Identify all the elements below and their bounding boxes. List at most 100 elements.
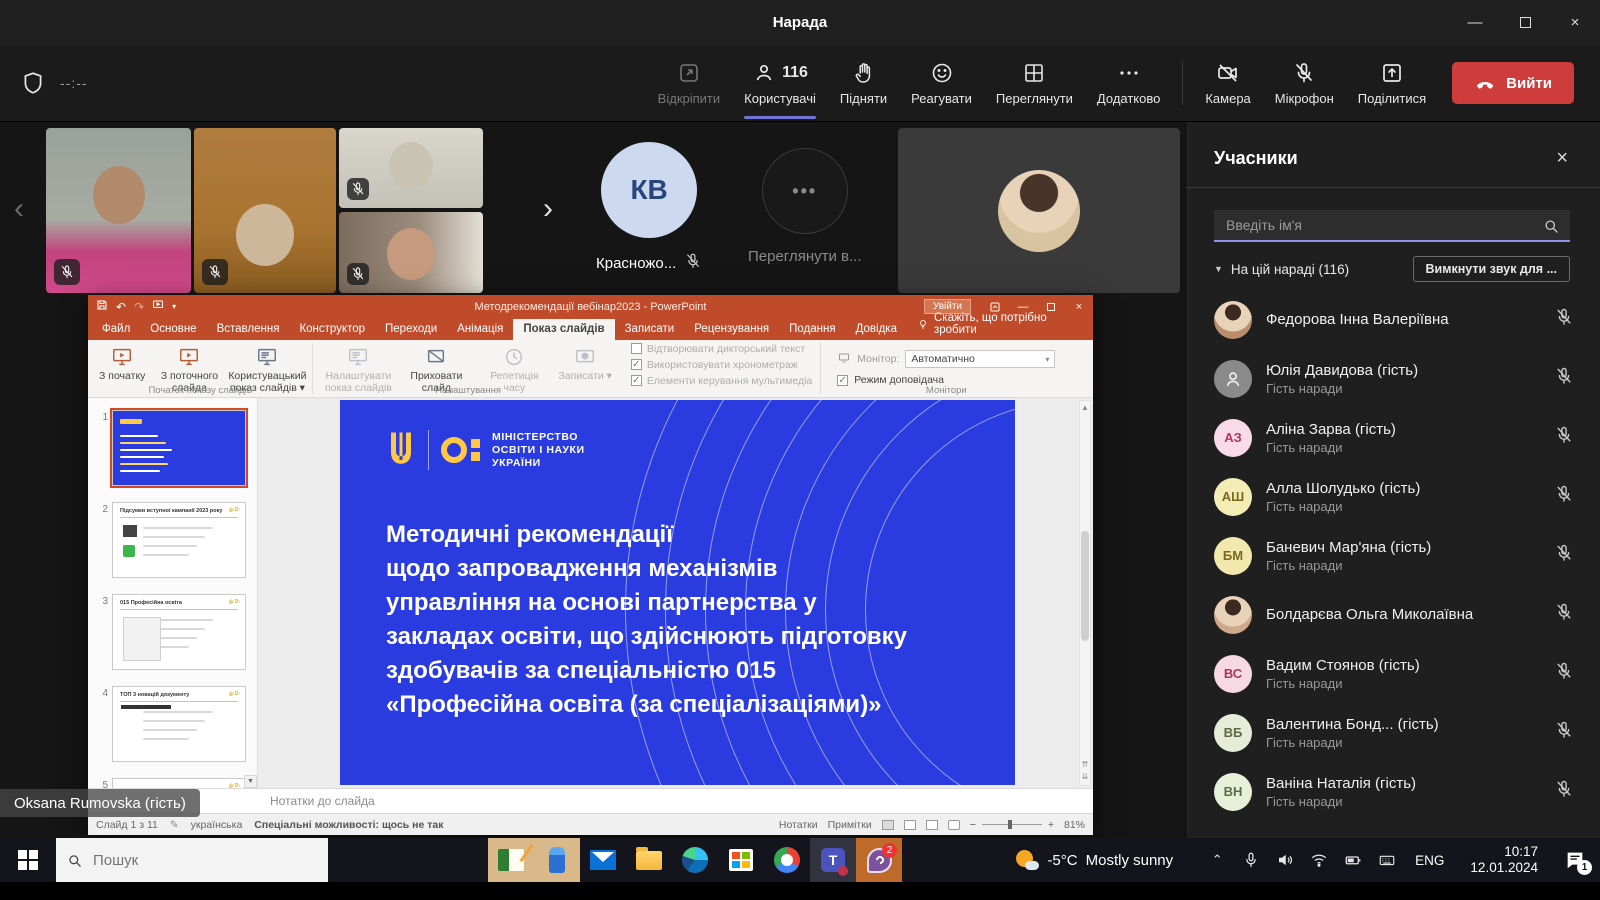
- ribbon-button[interactable]: Користувацький показ слайдів ▾: [228, 344, 306, 396]
- tab-переходи[interactable]: Переходи: [375, 319, 447, 340]
- chevron-right-icon[interactable]: ›: [543, 194, 553, 224]
- leave-button[interactable]: Вийти: [1452, 62, 1574, 104]
- tray-volume-icon[interactable]: [1275, 850, 1295, 870]
- teams-app-icon[interactable]: T: [810, 838, 856, 882]
- action-center-icon[interactable]: 1: [1560, 845, 1590, 875]
- toolbar-button-користувачі[interactable]: 116Користувачі: [732, 45, 828, 121]
- slideshow-view-button[interactable]: [948, 820, 960, 830]
- tray-expand-icon[interactable]: ⌃: [1207, 850, 1227, 870]
- weather-widget[interactable]: -5°C Mostly sunny: [1015, 848, 1173, 872]
- start-button[interactable]: [0, 838, 56, 882]
- tab-записати[interactable]: Записати: [615, 319, 685, 340]
- slide-scrollbar[interactable]: ▲ ⇈⇊: [1079, 400, 1091, 786]
- zoom-slider[interactable]: −+: [970, 819, 1054, 831]
- journal-app-icon[interactable]: [488, 838, 534, 882]
- tab-рецензування[interactable]: Рецензування: [684, 319, 779, 340]
- taskbar-search-input[interactable]: [91, 851, 291, 870]
- redo-icon[interactable]: ↷: [134, 300, 144, 314]
- chevron-left-icon[interactable]: ‹: [14, 194, 24, 224]
- tab-вставлення[interactable]: Вставлення: [207, 319, 290, 340]
- language-status[interactable]: українська: [191, 819, 243, 831]
- ribbon-button[interactable]: Репетиція часу: [475, 344, 553, 396]
- mic-off-icon[interactable]: [1554, 543, 1574, 568]
- slide-thumbnail[interactable]: [112, 410, 246, 486]
- tellme-box[interactable]: Скажіть, що потрібно зробити: [907, 308, 1093, 340]
- tray-battery-icon[interactable]: [1343, 850, 1363, 870]
- chrome-browser-icon[interactable]: [764, 838, 810, 882]
- ribbon-button[interactable]: Налаштувати показ слайдів: [319, 344, 397, 396]
- ribbon-button[interactable]: З початку: [94, 344, 150, 385]
- notes-toggle[interactable]: Нотатки: [779, 819, 818, 831]
- checkbox[interactable]: [631, 343, 642, 354]
- participant-row[interactable]: Федорова Інна Валеріївна: [1186, 290, 1600, 349]
- zoom-level[interactable]: 81%: [1064, 819, 1085, 831]
- toolbar-button-переглянути[interactable]: Переглянути: [984, 45, 1085, 121]
- taskbar-clock[interactable]: 10:17 12.01.2024: [1470, 844, 1538, 876]
- video-tile[interactable]: [194, 128, 336, 293]
- comments-toggle[interactable]: Примітки: [828, 819, 872, 831]
- normal-view-button[interactable]: [882, 820, 894, 830]
- toolbar-button-реагувати[interactable]: Реагувати: [899, 45, 984, 121]
- device-button-поділитися[interactable]: Поділитися: [1346, 45, 1438, 121]
- tray-mic-icon[interactable]: [1241, 850, 1261, 870]
- panel-close-icon[interactable]: ×: [1550, 146, 1574, 171]
- mic-off-icon[interactable]: [1554, 661, 1574, 686]
- bottle-app-icon[interactable]: [534, 838, 580, 882]
- accessibility-status[interactable]: Спеціальні можливості: щось не так: [254, 819, 443, 831]
- toolbar-button-додатково[interactable]: Додатково: [1085, 45, 1172, 121]
- tab-показ-слайдів[interactable]: Показ слайдів: [513, 319, 614, 340]
- participant-row[interactable]: ВСВадим Стоянов (гість)Гість наради: [1186, 644, 1600, 703]
- participant-search-input[interactable]: [1214, 210, 1570, 242]
- reading-view-button[interactable]: [926, 820, 938, 830]
- checkbox[interactable]: [631, 359, 642, 370]
- device-button-мікрофон[interactable]: Мікрофон: [1263, 45, 1346, 121]
- current-slide[interactable]: МІНІСТЕРСТВООСВІТИ І НАУКИУКРАЇНИ Методи…: [340, 400, 1015, 785]
- monitor-dropdown[interactable]: Автоматично ▾: [905, 350, 1055, 368]
- overflow-participants-tile[interactable]: ••• Переглянути в...: [748, 148, 862, 265]
- edge-browser-icon[interactable]: [672, 838, 718, 882]
- qat-caret-icon[interactable]: ▾: [172, 302, 176, 311]
- pen-icon[interactable]: ✎: [170, 819, 179, 831]
- participant-row[interactable]: АШАлла Шолудько (гість)Гість наради: [1186, 467, 1600, 526]
- device-button-камера[interactable]: Камера: [1193, 45, 1262, 121]
- slide-thumbnail[interactable]: ◎ О:: [112, 778, 246, 788]
- participant-row[interactable]: Болдарєва Ольга Миколаївна: [1186, 585, 1600, 644]
- file-explorer-icon[interactable]: [626, 838, 672, 882]
- in-meeting-section[interactable]: ▼ На цій нараді (116): [1214, 262, 1349, 277]
- mute-all-button[interactable]: Вимкнути звук для ...: [1413, 256, 1570, 282]
- maximize-button[interactable]: [1500, 0, 1550, 45]
- microsoft-store-icon[interactable]: [718, 838, 764, 882]
- slide-thumbnail[interactable]: ТОП 3 новацій документу◎ О:: [112, 686, 246, 762]
- spotlight-avatar-tile[interactable]: [898, 128, 1180, 293]
- notes-pane[interactable]: Нотатки до слайда: [88, 788, 1093, 813]
- tab-довідка[interactable]: Довідка: [846, 319, 907, 340]
- tray-keyboard-icon[interactable]: [1377, 850, 1397, 870]
- video-tile[interactable]: [46, 128, 191, 293]
- participant-avatar-tile[interactable]: КВ Красножо...: [596, 142, 702, 274]
- video-tile[interactable]: [339, 128, 483, 208]
- tab-основне[interactable]: Основне: [140, 319, 206, 340]
- slide-thumbnail[interactable]: 015 Професійна освіта◎ О:: [112, 594, 246, 670]
- toolbar-button-відкріпити[interactable]: Відкріпити: [646, 45, 732, 121]
- ribbon-button[interactable]: Записати ▾: [553, 344, 616, 385]
- slide-thumbnail[interactable]: Підсумки вступної кампанії 2023 року◎ О:: [112, 502, 246, 578]
- save-icon[interactable]: [96, 299, 108, 314]
- participant-row[interactable]: ВБВалентина Бонд... (гість)Гість наради: [1186, 703, 1600, 762]
- undo-icon[interactable]: ↶: [116, 300, 126, 314]
- language-indicator[interactable]: ENG: [1415, 853, 1444, 868]
- participant-row[interactable]: ВНВаніна Наталія (гість)Гість наради: [1186, 762, 1600, 821]
- toolbar-button-підняти[interactable]: Підняти: [828, 45, 899, 121]
- tab-файл[interactable]: Файл: [92, 319, 140, 340]
- taskbar-search[interactable]: [56, 838, 328, 882]
- participant-row[interactable]: Юлія Давидова (гість)Гість наради: [1186, 349, 1600, 408]
- slide-sorter-view-button[interactable]: [904, 820, 916, 830]
- tab-конструктор[interactable]: Конструктор: [289, 319, 375, 340]
- tray-network-icon[interactable]: [1309, 850, 1329, 870]
- mail-app-icon[interactable]: [580, 838, 626, 882]
- minimize-button[interactable]: —: [1450, 0, 1500, 45]
- ribbon-button[interactable]: З поточного слайда: [150, 344, 228, 396]
- checkbox[interactable]: [631, 375, 642, 386]
- slideshow-icon[interactable]: [152, 299, 164, 314]
- mic-off-icon[interactable]: [1554, 602, 1574, 627]
- mic-off-icon[interactable]: [1554, 307, 1574, 332]
